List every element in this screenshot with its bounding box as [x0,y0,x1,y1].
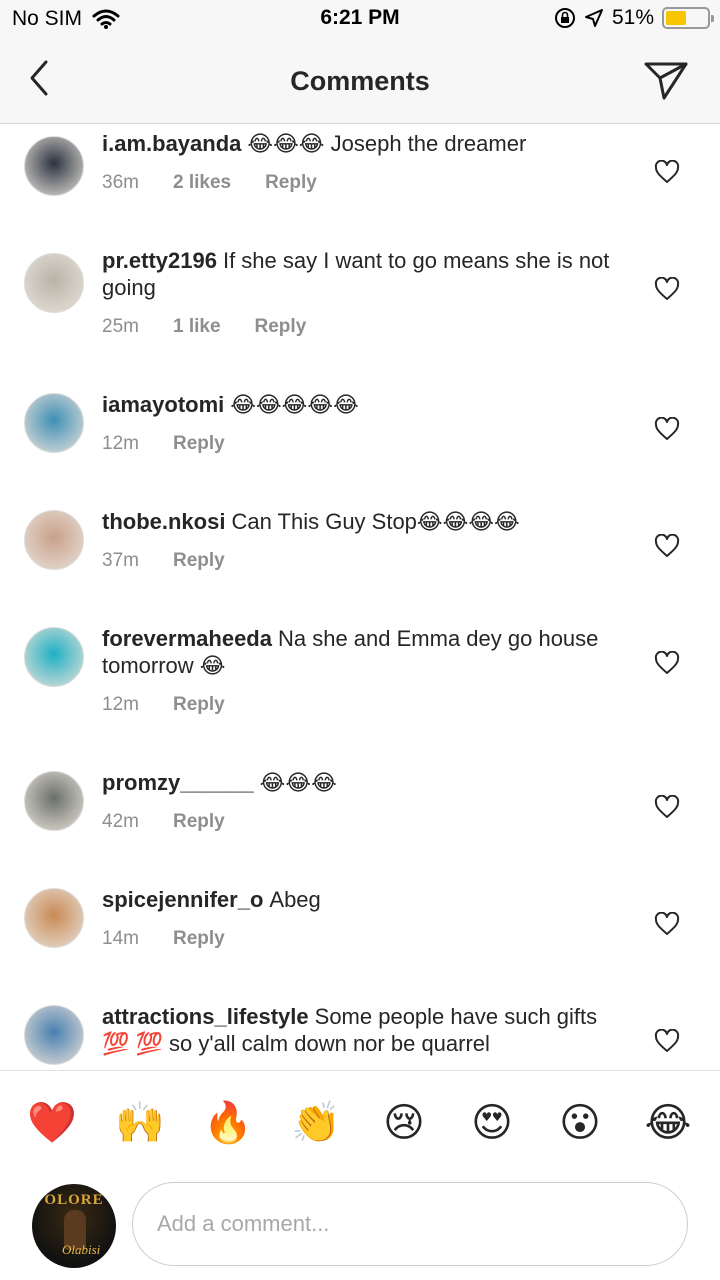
comment-time: 25m [102,316,139,337]
comment-text: attractions_lifestyle Some people have su… [102,1003,622,1057]
comment-username[interactable]: promzy______ [102,770,254,795]
heart-eyes-emoji-button[interactable]: 😍 [464,1099,520,1147]
comment-body: attractions_lifestyle Some people have su… [102,1003,622,1057]
comment-time: 12m [102,694,139,715]
comment-body: i.am.bayanda 😂😂😂 Joseph the dreamer 36m 2… [102,130,622,194]
reply-button[interactable]: Reply [255,316,307,338]
clapping-emoji-button[interactable]: 👏 [288,1099,344,1147]
avatar[interactable] [24,771,84,831]
comment-meta: 12m Reply [102,433,622,455]
comment-message: Can This Guy Stop😂😂😂😂 [231,509,520,534]
orientation-lock-icon [554,8,575,28]
heart-icon[interactable] [654,534,680,558]
avatar[interactable] [24,253,84,313]
comment-text: i.am.bayanda 😂😂😂 Joseph the dreamer [102,130,622,157]
reply-button[interactable]: Reply [173,433,225,455]
reply-button[interactable]: Reply [173,550,225,572]
comment-text: promzy______ 😂😂😂 [102,769,622,796]
red-heart-emoji-button[interactable]: ❤️ [24,1099,80,1147]
heart-icon[interactable] [654,651,680,675]
comment-time: 42m [102,811,139,832]
comment-body: spicejennifer_o Abeg 14m Reply [102,886,622,950]
avatar[interactable] [24,510,84,570]
raising-hands-emoji-button[interactable]: 🙌 [112,1099,168,1147]
comment-meta: 12m Reply [102,694,622,716]
laughing-emoji-button[interactable]: 😂 [640,1099,696,1147]
emoji-bar: ❤️ 🙌 🔥 👏 😢 😍 😮 😂 [0,1070,720,1176]
comment-text: pr.etty2196 If she say I want to go means… [102,247,622,301]
comment-username[interactable]: i.am.bayanda [102,131,241,156]
comment-meta: 36m 2 likes Reply [102,172,622,194]
comment-composer: OLORE Olabisi [0,1176,720,1280]
fire-emoji-button[interactable]: 🔥 [200,1099,256,1147]
comment-body: iamayotomi 😂😂😂😂😂 12m Reply [102,391,622,455]
comment-username[interactable]: forevermaheeda [102,626,272,651]
crying-emoji-button[interactable]: 😢 [376,1099,432,1147]
paper-plane-icon [644,62,688,100]
page-title: Comments [290,66,430,96]
battery-level [666,11,686,25]
comments-list[interactable]: i.am.bayanda 😂😂😂 Joseph the dreamer 36m 2… [0,125,720,1070]
comment-username[interactable]: spicejennifer_o [102,887,263,912]
comment-body: thobe.nkosi Can This Guy Stop😂😂😂😂 37m Rep… [102,508,622,572]
comment-time: 37m [102,550,139,571]
comment-time: 36m [102,172,139,193]
avatar[interactable] [24,627,84,687]
comment-text: iamayotomi 😂😂😂😂😂 [102,391,622,418]
comment-meta: 25m 1 like Reply [102,316,622,338]
avatar[interactable] [24,888,84,948]
comment-message: Abeg [269,887,321,912]
avatar-logo-text: OLORE [44,1192,104,1208]
comment-message: 😂😂😂 [259,770,337,795]
my-avatar[interactable]: OLORE Olabisi [32,1184,116,1268]
avatar[interactable] [24,1005,84,1065]
heart-icon[interactable] [654,1029,680,1053]
heart-icon[interactable] [654,417,680,441]
reply-button[interactable]: Reply [173,928,225,950]
comment-username[interactable]: pr.etty2196 [102,248,217,273]
comment-input[interactable] [132,1182,688,1266]
comment-username[interactable]: iamayotomi [102,392,224,417]
surprised-emoji-button[interactable]: 😮 [552,1099,608,1147]
comment-meta: 37m Reply [102,550,622,572]
comment-message: 😂😂😂😂😂 [230,392,359,417]
comment-time: 12m [102,433,139,454]
share-button[interactable] [642,56,690,104]
comment-text: spicejennifer_o Abeg [102,886,622,913]
avatar[interactable] [24,136,84,196]
status-right: 51% [554,6,714,30]
location-arrow-icon [584,9,603,27]
header: Comments [0,40,720,124]
comment-body: promzy______ 😂😂😂 42m Reply [102,769,622,833]
battery-percent: 51% [611,6,654,29]
battery-icon [662,7,714,29]
status-bar: No SIM 6:21 PM 51% [0,0,720,40]
comment-meta: 42m Reply [102,811,622,833]
heart-icon[interactable] [654,277,680,301]
reply-button[interactable]: Reply [173,811,225,833]
heart-icon[interactable] [654,160,680,184]
reply-button[interactable]: Reply [265,172,317,194]
heart-icon[interactable] [654,795,680,819]
comment-time: 14m [102,928,139,949]
comment-likes[interactable]: 1 like [173,316,221,338]
comment-text: thobe.nkosi Can This Guy Stop😂😂😂😂 [102,508,622,535]
comment-text: forevermaheeda Na she and Emma dey go hou… [102,625,622,679]
reply-button[interactable]: Reply [173,694,225,716]
comment-username[interactable]: attractions_lifestyle [102,1004,309,1029]
comment-body: pr.etty2196 If she say I want to go means… [102,247,622,338]
comment-likes[interactable]: 2 likes [173,172,231,194]
comment-message: 😂😂😂 Joseph the dreamer [247,131,527,156]
avatar-signature: Olabisi [62,1242,101,1257]
heart-icon[interactable] [654,912,680,936]
comment-body: forevermaheeda Na she and Emma dey go hou… [102,625,622,716]
comment-meta: 14m Reply [102,928,622,950]
comment-username[interactable]: thobe.nkosi [102,509,225,534]
avatar[interactable] [24,393,84,453]
